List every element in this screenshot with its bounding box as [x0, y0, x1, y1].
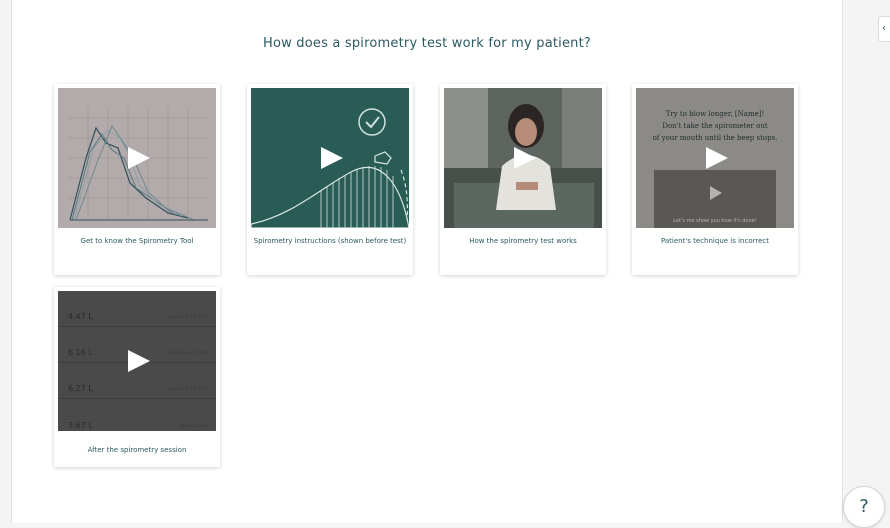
question-mark-icon: ?	[859, 496, 869, 517]
play-icon[interactable]	[706, 147, 728, 169]
video-thumbnail[interactable]	[444, 88, 602, 228]
result-value: 3.67 L	[68, 421, 93, 430]
result-date: September 14, 2023	[166, 314, 208, 319]
collapse-panel-tab[interactable]: ‹	[878, 16, 890, 42]
inner-video-caption: Let's me show you how it's done!	[673, 218, 757, 224]
video-thumbnail[interactable]: 4.47 L September 14, 2023 6.16 L Septemb…	[58, 291, 216, 431]
thumb-message-line: of your mouth until the beep stops.	[652, 134, 778, 142]
help-button[interactable]: ?	[843, 486, 885, 528]
video-title: After the spirometry session	[87, 446, 187, 454]
video-thumbnail[interactable]	[58, 88, 216, 228]
main-panel: How does a spirometry test work for my p…	[11, 0, 843, 523]
inner-play-icon	[710, 186, 722, 200]
video-card-spirometry-instructions[interactable]: Spirometry instructions (shown before te…	[247, 84, 413, 275]
play-icon[interactable]	[128, 350, 150, 372]
chevron-left-icon: ‹	[882, 23, 886, 34]
result-value: 6.16 L	[68, 348, 93, 357]
result-value: 4.47 L	[68, 312, 93, 321]
video-card-after-session[interactable]: 4.47 L September 14, 2023 6.16 L Septemb…	[54, 287, 220, 467]
inner-video-frame: Let's me show you how it's done!	[654, 170, 776, 228]
play-icon[interactable]	[321, 147, 343, 169]
video-title: Get to know the Spirometry Tool	[80, 237, 194, 245]
play-icon[interactable]	[128, 147, 150, 169]
video-card-technique-incorrect[interactable]: Try to blow longer, [Name]! Don't take t…	[632, 84, 798, 275]
video-thumbnail[interactable]	[251, 88, 409, 228]
page-title: How does a spirometry test work for my p…	[262, 36, 592, 51]
result-row: 4.47 L September 14, 2023	[58, 291, 216, 327]
result-date: September 13, 2023	[166, 350, 208, 355]
video-card-spirometry-tool[interactable]: Get to know the Spirometry Tool	[54, 84, 220, 275]
result-value: 6.27 L	[68, 384, 93, 393]
video-title: How the spirometry test works	[469, 237, 577, 245]
thumb-message-line: Try to blow longer, [Name]!	[665, 110, 765, 118]
result-row: 3.67 L June 21, 2023	[58, 399, 216, 431]
thumb-message-line: Don't take the spirometer out	[662, 122, 768, 130]
video-title: Spirometry instructions (shown before te…	[253, 237, 407, 245]
result-date: September 12, 2023	[166, 386, 208, 391]
video-title: Patient's technique is incorrect	[660, 237, 769, 245]
result-date: June 21, 2023	[180, 423, 208, 428]
video-card-how-test-works[interactable]: How the spirometry test works	[440, 84, 606, 275]
play-icon[interactable]	[514, 147, 536, 169]
video-thumbnail[interactable]: Try to blow longer, [Name]! Don't take t…	[636, 88, 794, 228]
